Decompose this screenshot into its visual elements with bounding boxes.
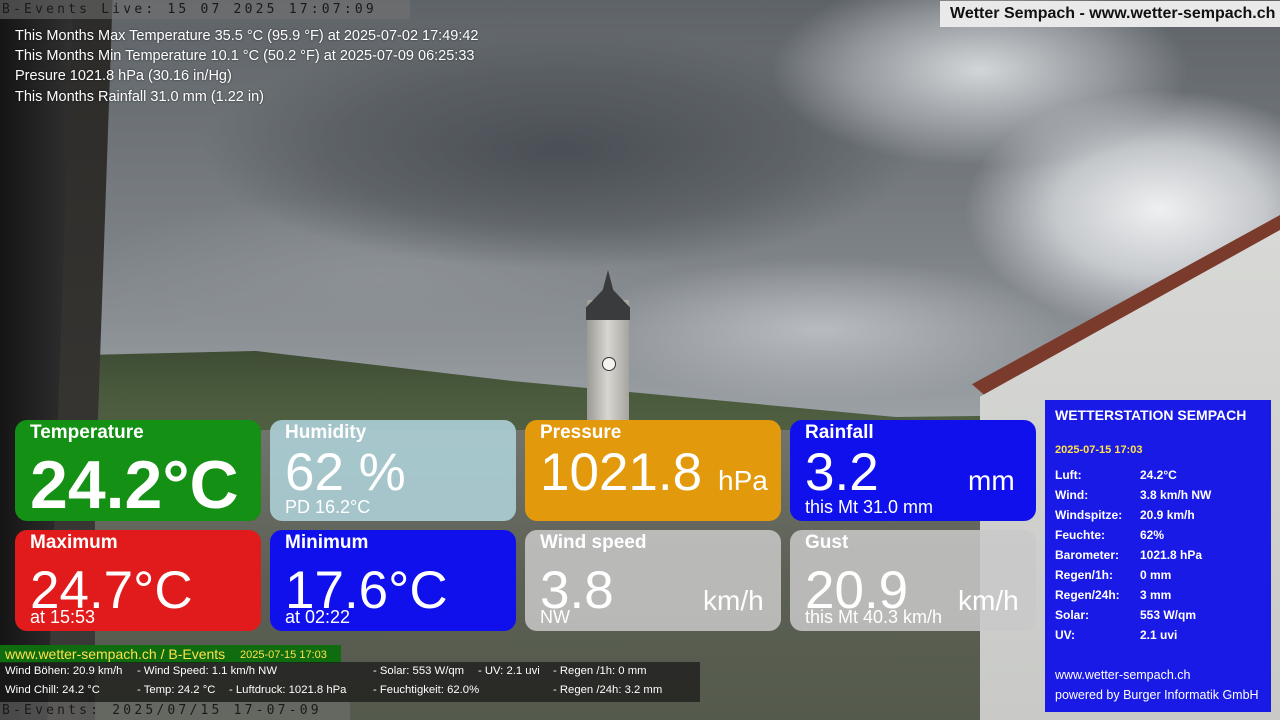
panel-key: Solar: — [1055, 608, 1090, 622]
panel-row: Feuchte: 62% — [1055, 528, 1164, 542]
panel-row: Luft: 24.2°C — [1055, 468, 1177, 482]
ticker-rain-24h: - Regen /24h: 3.2 mm — [553, 684, 663, 696]
tile-unit: km/h — [703, 585, 764, 616]
panel-value: 2.1 uvi — [1140, 628, 1178, 642]
panel-key: Windspitze: — [1055, 508, 1123, 522]
tile-unit: mm — [968, 465, 1015, 496]
tile-pressure: Pressure 1021.8 hPa — [525, 420, 781, 521]
tile-unit: km/h — [958, 585, 1019, 616]
panel-key: Regen/24h: — [1055, 588, 1120, 602]
ticker-humidity: - Feuchtigkeit: 62.0% — [373, 684, 480, 696]
tile-label: Minimum — [285, 532, 369, 553]
panel-site-link[interactable]: www.wetter-sempach.ch — [1055, 668, 1190, 682]
tile-label: Maximum — [30, 532, 118, 553]
panel-row: UV: 2.1 uvi — [1055, 628, 1177, 642]
tile-label: Humidity — [285, 422, 367, 443]
stat-rainfall: This Months Rainfall 31.0 mm (1.22 in) — [15, 88, 265, 105]
tile-label: Gust — [805, 532, 849, 553]
station-panel: WETTERSTATION SEMPACH 2025-07-15 17:03 L… — [1045, 400, 1271, 712]
panel-value: 3.8 km/h NW — [1140, 488, 1212, 502]
panel-powered-by: powered by Burger Informatik GmbH — [1055, 688, 1259, 702]
tile-wind-speed: Wind speed 3.8 km/h NW — [525, 530, 781, 631]
ticker-date: 2025-07-15 17:03 — [240, 649, 327, 661]
tile-label: Temperature — [30, 422, 144, 443]
footer-timestamp: B-Events: 2025/07/15 17-07-09 — [0, 702, 350, 720]
stat-pressure: Presure 1021.8 hPa (30.16 in/Hg) — [15, 68, 232, 85]
panel-value: 3 mm — [1140, 588, 1172, 602]
panel-key: Luft: — [1055, 468, 1082, 482]
panel-row: Solar: 553 W/qm — [1055, 608, 1196, 622]
tile-value: 62 % — [285, 443, 406, 502]
ticker-wind-speed: - Wind Speed: 1.1 km/h NW — [137, 665, 278, 677]
ticker-pressure: - Luftdruck: 1021.8 hPa — [229, 684, 347, 696]
tile-sub: at 02:22 — [285, 607, 351, 627]
panel-key: UV: — [1055, 628, 1076, 642]
panel-value: 62% — [1140, 528, 1165, 542]
panel-row: Regen/24h: 3 mm — [1055, 588, 1171, 602]
panel-title: WETTERSTATION SEMPACH — [1055, 407, 1247, 423]
ticker-uv: - UV: 2.1 uvi — [478, 665, 540, 677]
ticker-header: www.wetter-sempach.ch / B-Events 2025-07… — [0, 645, 341, 663]
brand-title[interactable]: Wetter Sempach - www.wetter-sempach.ch — [940, 1, 1280, 27]
tile-label: Wind speed — [540, 532, 647, 553]
tile-humidity: Humidity 62 % PD 16.2°C — [270, 420, 516, 521]
tile-unit: hPa — [718, 465, 768, 496]
tile-maximum: Maximum 24.7°C at 15:53 — [15, 530, 261, 631]
tile-rainfall: Rainfall 3.2 mm this Mt 31.0 mm — [790, 420, 1036, 521]
panel-row: Barometer: 1021.8 hPa — [1055, 548, 1202, 562]
panel-value: 553 W/qm — [1140, 608, 1197, 622]
tile-minimum: Minimum 17.6°C at 02:22 — [270, 530, 516, 631]
ticker-wind-gust: Wind Böhen: 20.9 km/h — [5, 665, 123, 677]
tile-value: 1021.8 — [540, 443, 703, 502]
panel-value: 24.2°C — [1140, 468, 1177, 482]
ticker-temp: - Temp: 24.2 °C — [137, 684, 216, 696]
panel-key: Feuchte: — [1055, 528, 1106, 542]
tile-sub: NW — [540, 607, 570, 627]
panel-row: Wind: 3.8 km/h NW — [1055, 488, 1211, 502]
panel-key: Wind: — [1055, 488, 1089, 502]
ticker-wind-chill: Wind Chill: 24.2 °C — [5, 684, 100, 696]
ticker-rain-1h: - Regen /1h: 0 mm — [553, 665, 647, 677]
panel-key: Barometer: — [1055, 548, 1120, 562]
panel-value: 0 mm — [1140, 568, 1172, 582]
panel-row: Regen/1h: 0 mm — [1055, 568, 1171, 582]
stat-min-temp: This Months Min Temperature 10.1 °C (50.… — [15, 48, 475, 65]
stat-max-temp: This Months Max Temperature 35.5 °C (95.… — [15, 28, 479, 44]
tile-sub: this Mt 31.0 mm — [805, 497, 934, 517]
panel-value: 1021.8 hPa — [1140, 548, 1203, 562]
tile-gust: Gust 20.9 km/h this Mt 40.3 km/h — [790, 530, 1036, 631]
tile-label: Pressure — [540, 422, 622, 443]
tower-clock — [602, 357, 616, 371]
panel-row: Windspitze: 20.9 km/h — [1055, 508, 1195, 522]
tile-sub: this Mt 40.3 km/h — [805, 607, 943, 627]
panel-date: 2025-07-15 17:03 — [1055, 444, 1143, 456]
tile-value: 3.2 — [805, 443, 879, 502]
tile-sub: PD 16.2°C — [285, 497, 371, 517]
live-timestamp: B-Events Live: 15 07 2025 17:07:09 — [0, 0, 410, 19]
ticker-readings: Wind Böhen: 20.9 km/h - Wind Speed: 1.1 … — [0, 662, 700, 702]
monthly-stats: This Months Max Temperature 35.5 °C (95.… — [15, 26, 479, 107]
tile-value: 24.2°C — [30, 447, 239, 521]
panel-key: Regen/1h: — [1055, 568, 1114, 582]
tile-temperature: Temperature 24.2°C — [15, 420, 261, 521]
tile-sub: at 15:53 — [30, 607, 96, 627]
panel-value: 20.9 km/h — [1140, 508, 1195, 522]
tile-label: Rainfall — [805, 422, 874, 443]
ticker-site-link[interactable]: www.wetter-sempach.ch / B-Events — [5, 645, 225, 663]
ticker-solar: - Solar: 553 W/qm — [373, 665, 465, 677]
